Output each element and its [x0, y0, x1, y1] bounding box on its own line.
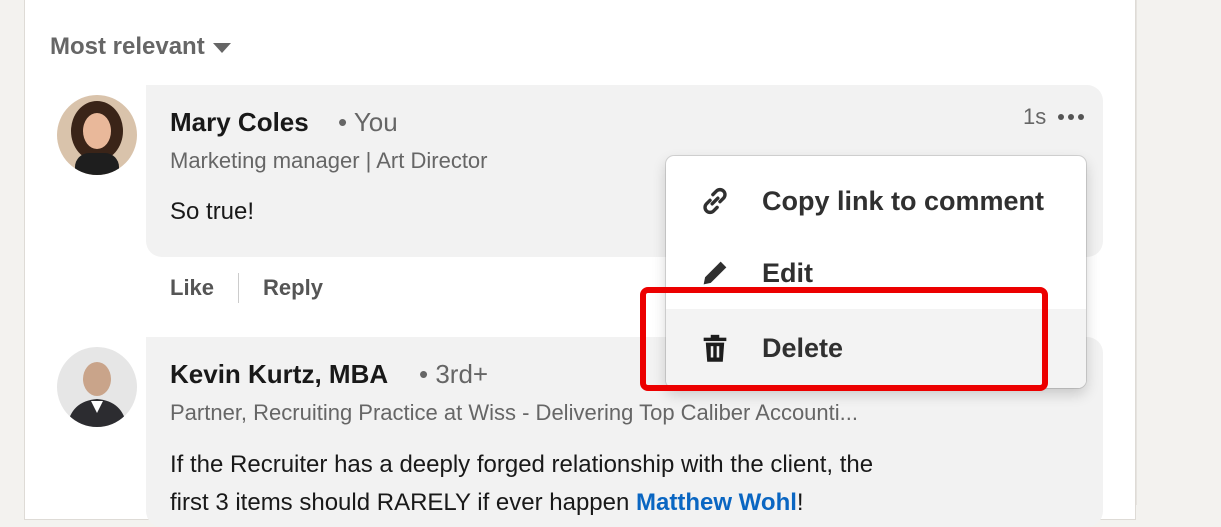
comment-text: So true!	[170, 198, 255, 225]
commenter-headline: Marketing manager | Art Director	[170, 148, 488, 173]
comment-text-prefix: first 3 items should RARELY if ever happ…	[170, 489, 637, 516]
like-button[interactable]: Like	[170, 275, 214, 301]
caret-down-icon	[212, 43, 231, 53]
link-icon	[698, 184, 732, 218]
menu-item-copy-link[interactable]: Copy link to comment	[666, 165, 1086, 237]
menu-item-label: Edit	[762, 257, 813, 288]
avatar[interactable]	[57, 347, 137, 427]
avatar[interactable]	[57, 95, 137, 175]
comment-text-line: If the Recruiter has a deeply forged rel…	[170, 451, 874, 478]
commenter-name[interactable]: Kevin Kurtz, MBA	[170, 359, 388, 390]
commenter-headline: Partner, Recruiting Practice at Wiss - D…	[170, 400, 858, 425]
comment-text-suffix: !	[796, 489, 804, 516]
mention-link[interactable]: Matthew Wohl	[636, 489, 797, 516]
right-rail	[1136, 0, 1221, 505]
highlight-box	[640, 287, 1048, 391]
connection-degree: • You	[338, 107, 398, 137]
timestamp: 1s	[1023, 104, 1047, 129]
comment-actions: Like Reply	[170, 273, 323, 303]
divider	[238, 273, 240, 303]
more-options-icon[interactable]	[1058, 114, 1084, 120]
commenter-name[interactable]: Mary Coles	[170, 107, 309, 138]
pencil-icon	[698, 256, 732, 290]
reply-button[interactable]: Reply	[263, 275, 323, 301]
sort-label: Most relevant	[50, 33, 205, 60]
connection-degree: • 3rd+	[419, 359, 489, 389]
comment-text-line: first 3 items should RARELY if ever happ…	[170, 489, 804, 517]
sort-dropdown[interactable]: Most relevant	[50, 33, 231, 61]
menu-item-label: Copy link to comment	[762, 185, 1045, 216]
